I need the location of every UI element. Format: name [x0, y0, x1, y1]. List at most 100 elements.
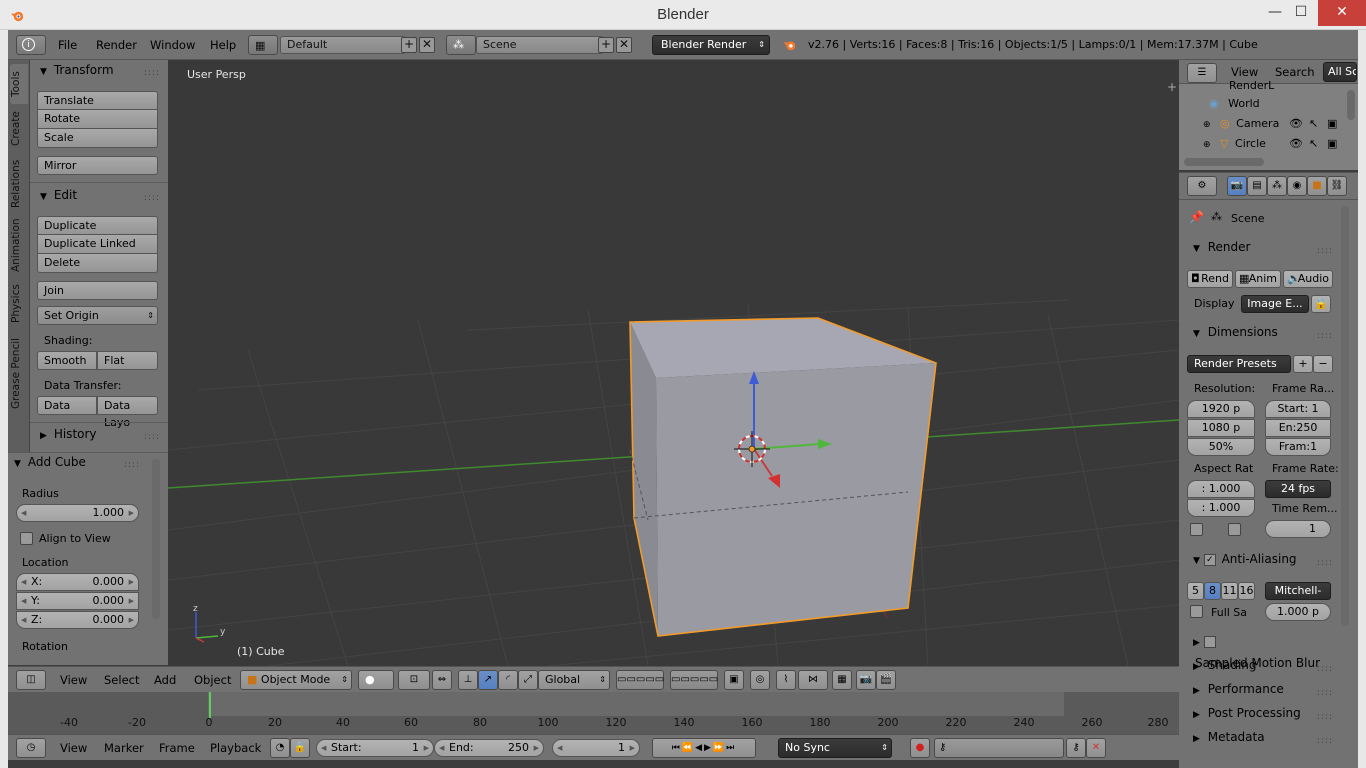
visibility-eye-icon[interactable]: 👁	[1289, 114, 1303, 134]
tab-tools[interactable]: Tools	[10, 64, 28, 104]
drag-grip-icon[interactable]: ::::	[1317, 683, 1333, 703]
drag-grip-icon[interactable]: ::::	[144, 189, 160, 207]
editor-type-3d-button[interactable]: ◫	[16, 670, 46, 690]
menu-view[interactable]: View	[60, 673, 87, 687]
add-layout-icon[interactable]: +	[401, 37, 417, 53]
outliner-row-circle[interactable]: ⊕ ▽ Circle 👁 ↖ ▣	[1179, 134, 1344, 154]
panel-transform-header[interactable]: ▼ Transform ::::	[30, 61, 168, 81]
panel-metadata-header[interactable]: ▶ Metadata ::::	[1179, 727, 1339, 749]
render-animation-icon[interactable]: 🎬	[876, 670, 896, 690]
full-sample-checkbox[interactable]	[1190, 605, 1203, 618]
data-transfer-button[interactable]: Data	[37, 396, 97, 415]
aa-samples-8[interactable]: 8	[1204, 582, 1221, 600]
data-layout-button[interactable]: Data Layo	[97, 396, 158, 429]
scene-context-tab[interactable]: ⁂	[1267, 176, 1287, 196]
delete-keyframe-icon[interactable]: ✕	[1086, 738, 1106, 758]
delete-button[interactable]: Delete	[37, 254, 158, 273]
motion-blur-checkbox[interactable]	[1203, 635, 1216, 648]
menu-render[interactable]: Render	[96, 38, 137, 52]
add-scene-icon[interactable]: +	[598, 37, 614, 53]
viewport-shading-dropdown[interactable]: ●	[358, 670, 394, 690]
right-arrow-icon[interactable]: ▶	[129, 593, 134, 609]
menu-file[interactable]: File	[58, 38, 77, 52]
left-arrow-icon[interactable]: ◀	[21, 505, 26, 521]
manipulator-toggle-icon[interactable]: ⊥	[458, 670, 478, 690]
render-engine-dropdown[interactable]: Blender Render ⇕	[652, 35, 770, 55]
mode-dropdown[interactable]: ■ Object Mode ⇕	[240, 670, 352, 690]
outliner-hscroll[interactable]	[1184, 158, 1264, 166]
play-icon[interactable]: ▶	[704, 743, 713, 753]
render-audio-button[interactable]: 🔈 Audio	[1283, 270, 1333, 288]
maximize-button[interactable]: ☐	[1282, 0, 1320, 26]
resolution-percentage-field[interactable]: 50%	[1187, 438, 1255, 456]
right-arrow-icon[interactable]: ▶	[630, 740, 635, 756]
prev-keyframe-icon[interactable]: ⏪	[682, 743, 695, 753]
panel-post-processing-header[interactable]: ▶ Post Processing ::::	[1179, 703, 1339, 725]
drag-grip-icon[interactable]: ::::	[144, 64, 160, 82]
panel-performance-header[interactable]: ▶ Performance ::::	[1179, 679, 1339, 701]
playback-controls[interactable]: ⏮⏪◀▶⏩⏭	[652, 738, 756, 758]
scale-manipulator-icon[interactable]: ⤢	[518, 670, 538, 690]
outliner-row-world[interactable]: ◉ World	[1179, 94, 1344, 114]
align-to-view-checkbox[interactable]	[20, 532, 33, 545]
panel-anti-aliasing-header[interactable]: ▼ ✓ Anti-Aliasing ::::	[1179, 549, 1339, 571]
right-arrow-icon[interactable]: ▶	[129, 612, 134, 628]
rotate-button[interactable]: Rotate	[37, 110, 158, 129]
outliner-row-render-layers[interactable]: RenderL	[1179, 76, 1344, 96]
render-camera-icon[interactable]: 📷	[856, 670, 876, 690]
keying-set-field[interactable]: ⚷	[934, 738, 1064, 758]
outliner-vscroll[interactable]	[1347, 90, 1355, 120]
flat-button[interactable]: Flat	[97, 351, 158, 370]
drag-grip-icon[interactable]: ::::	[124, 456, 140, 474]
border-checkbox[interactable]	[1190, 523, 1203, 536]
snap-toggle-icon[interactable]: ⌇	[776, 670, 796, 690]
drag-grip-icon[interactable]: ::::	[1317, 731, 1333, 751]
constraints-context-tab[interactable]: ⛓	[1327, 176, 1347, 196]
region-expand-icon[interactable]: +	[1167, 80, 1177, 94]
3d-viewport[interactable]: User Persp (1) Cube z y +	[168, 60, 1179, 666]
location-x-field[interactable]: ◀ X: 0.000 ▶	[16, 573, 139, 591]
timeline-menu-frame[interactable]: Frame	[159, 741, 195, 755]
record-keyframe-icon[interactable]: ●	[910, 738, 930, 758]
duplicate-button[interactable]: Duplicate	[37, 216, 158, 235]
aa-filter-dropdown[interactable]: Mitchell-	[1265, 582, 1331, 600]
tab-animation[interactable]: Animation	[10, 216, 28, 276]
menu-add[interactable]: Add	[154, 673, 176, 687]
radius-field[interactable]: ◀ 1.000 ▶	[16, 504, 139, 522]
resolution-y-field[interactable]: 1080 p	[1187, 419, 1255, 437]
scene-layers-group-1[interactable]: ▭▭▭▭▭	[616, 670, 664, 690]
panel-add-cube-header[interactable]: ▼ Add Cube ::::	[8, 453, 148, 473]
next-keyframe-icon[interactable]: ⏩	[713, 743, 726, 753]
orientation-dropdown[interactable]: Global ⇕	[538, 670, 610, 690]
drag-grip-icon[interactable]: ::::	[1317, 241, 1333, 261]
editor-type-timeline-button[interactable]: ◷	[16, 738, 46, 758]
scene-selector-button[interactable]: ⁂	[446, 35, 476, 55]
insert-keyframe-icon[interactable]: ⚷	[1066, 738, 1086, 758]
timeline-menu-marker[interactable]: Marker	[104, 741, 144, 755]
sync-mode-dropdown[interactable]: No Sync ⇕	[778, 738, 892, 758]
scene-layers-group-2[interactable]: ▭▭▭▭▭	[670, 670, 718, 690]
timeline-editor[interactable]: -40 -20 0 20 40 60 80 100 120 140 160 18…	[8, 692, 1179, 734]
timeline-menu-view[interactable]: View	[60, 741, 87, 755]
frame-step-field[interactable]: Fram:1	[1265, 438, 1331, 456]
panel-history-header[interactable]: ▶ History ::::	[30, 425, 168, 445]
preview-range-icon[interactable]: ◔	[270, 738, 290, 758]
resolution-x-field[interactable]: 1920 p	[1187, 400, 1255, 418]
lock-range-icon[interactable]: 🔒	[290, 738, 310, 758]
menu-help[interactable]: Help	[210, 38, 236, 52]
expand-plus-icon[interactable]: ⊕	[1203, 140, 1211, 150]
editor-type-properties-button[interactable]: ⚙	[1187, 176, 1217, 196]
drag-grip-icon[interactable]: ::::	[1317, 553, 1333, 573]
render-animation-button[interactable]: ▦ Anim	[1235, 270, 1281, 288]
expand-plus-icon[interactable]: ⊕	[1203, 120, 1211, 130]
proportional-edit-icon[interactable]: ◎	[750, 670, 770, 690]
outliner[interactable]: RenderL ◉ World ⊕ ◎ Camera 👁 ↖ ▣ ⊕ ▽ Cir…	[1179, 79, 1358, 170]
left-arrow-icon[interactable]: ◀	[439, 740, 444, 756]
smooth-button[interactable]: Smooth	[37, 351, 97, 370]
render-presets-dropdown[interactable]: Render Presets	[1187, 355, 1291, 373]
remove-scene-icon[interactable]: ✕	[616, 37, 632, 53]
left-arrow-icon[interactable]: ◀	[21, 593, 26, 609]
drag-grip-icon[interactable]: ::::	[1317, 707, 1333, 727]
location-y-field[interactable]: ◀ Y: 0.000 ▶	[16, 592, 139, 610]
panel-shading-header[interactable]: ▶ Shading ::::	[1179, 655, 1339, 677]
